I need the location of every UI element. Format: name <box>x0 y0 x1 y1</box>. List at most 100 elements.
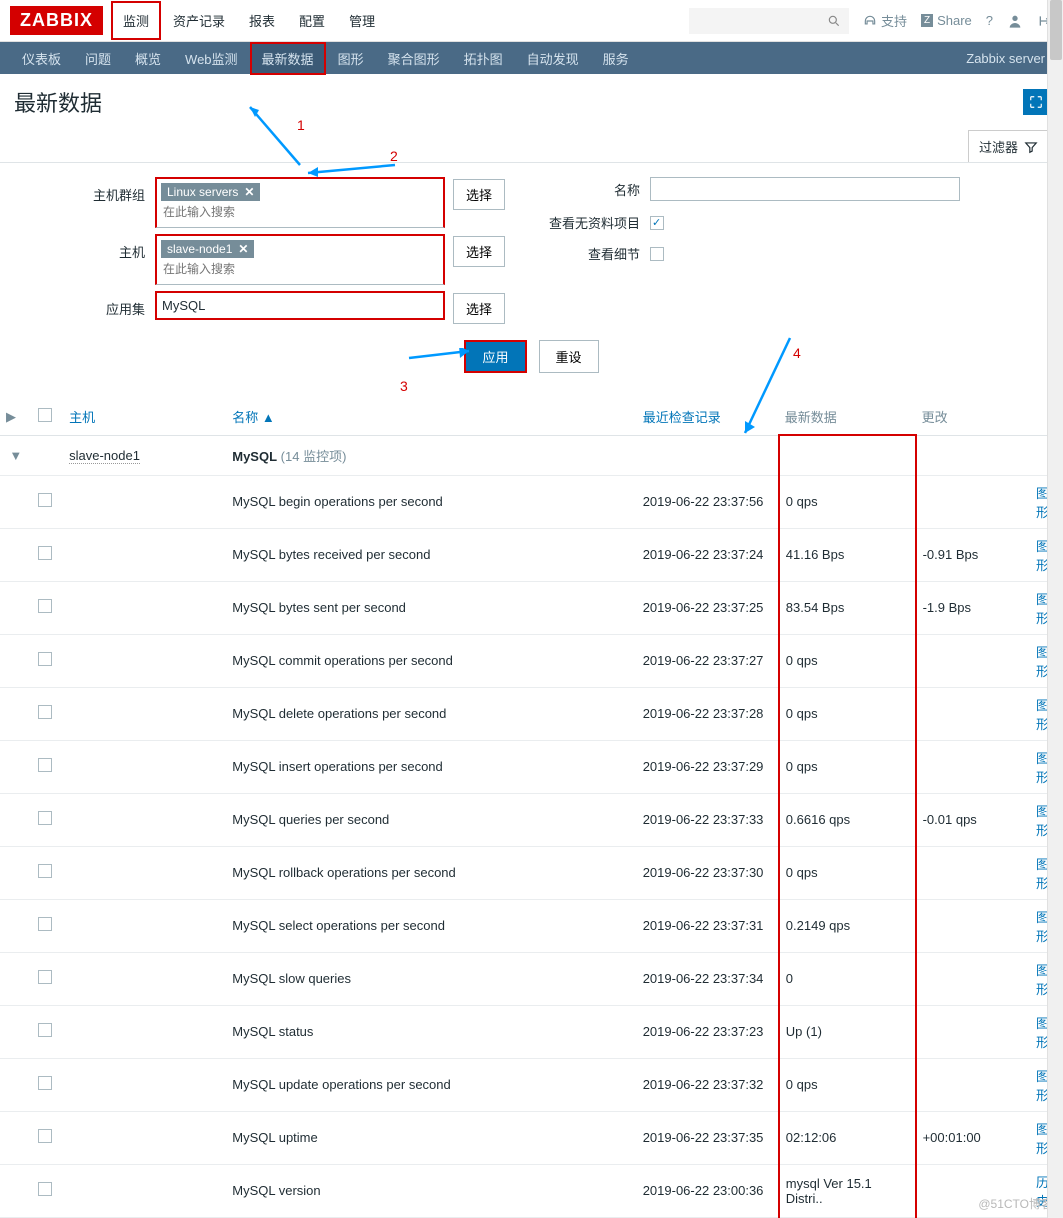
item-time: 2019-06-22 23:37:24 <box>637 528 779 581</box>
table-header-row: ▶ 主机 名称 ▲ 最近检查记录 最新数据 更改 <box>0 399 1063 435</box>
sub-maps[interactable]: 拓扑图 <box>452 42 515 75</box>
row-checkbox[interactable] <box>38 1129 52 1143</box>
show-nodata-checkbox[interactable] <box>650 216 664 230</box>
hostgroup-search[interactable] <box>161 201 439 223</box>
app-select-button[interactable]: 选择 <box>453 293 505 324</box>
help-icon[interactable]: ? <box>986 13 993 28</box>
host-tag: slave-node1 ✕ <box>161 240 254 258</box>
col-host[interactable]: 主机 <box>63 399 226 435</box>
vertical-scrollbar[interactable] <box>1047 0 1063 1218</box>
table-row: MySQL version2019-06-22 23:00:36mysql Ve… <box>0 1164 1063 1217</box>
item-time: 2019-06-22 23:37:29 <box>637 740 779 793</box>
top-menu-inventory[interactable]: 资产记录 <box>161 1 237 40</box>
sub-dashboard[interactable]: 仪表板 <box>10 42 73 75</box>
top-menu-admin[interactable]: 管理 <box>337 1 387 40</box>
row-checkbox[interactable] <box>38 1076 52 1090</box>
row-checkbox[interactable] <box>38 1182 52 1196</box>
server-name[interactable]: Zabbix server <box>966 51 1053 66</box>
sub-graphs[interactable]: 图形 <box>326 42 376 75</box>
row-checkbox[interactable] <box>38 864 52 878</box>
row-checkbox[interactable] <box>38 546 52 560</box>
user-icon[interactable] <box>1007 13 1023 29</box>
table-row: MySQL bytes received per second2019-06-2… <box>0 528 1063 581</box>
top-menu-config[interactable]: 配置 <box>287 1 337 40</box>
col-change: 更改 <box>916 399 1021 435</box>
item-value: 83.54 Bps <box>779 581 916 634</box>
host-select-button[interactable]: 选择 <box>453 236 505 267</box>
item-name: MySQL uptime <box>226 1111 636 1164</box>
item-value: 0.2149 qps <box>779 899 916 952</box>
item-time: 2019-06-22 23:37:56 <box>637 475 779 528</box>
sub-overview[interactable]: 概览 <box>123 42 173 75</box>
col-lastcheck[interactable]: 最近检查记录 <box>637 399 779 435</box>
table-row: MySQL slow queries2019-06-22 23:37:340图形 <box>0 952 1063 1005</box>
top-right: 支持 Z Share ? <box>689 8 1053 34</box>
row-checkbox[interactable] <box>38 758 52 772</box>
item-change <box>916 475 1021 528</box>
row-checkbox[interactable] <box>38 599 52 613</box>
reset-button[interactable]: 重设 <box>539 340 599 373</box>
search-input[interactable] <box>689 8 849 34</box>
hostgroup-select-button[interactable]: 选择 <box>453 179 505 210</box>
item-name: MySQL begin operations per second <box>226 475 636 528</box>
collapse-icon[interactable]: ▼ <box>9 448 22 463</box>
item-value: 41.16 Bps <box>779 528 916 581</box>
col-expand[interactable]: ▶ <box>0 399 32 435</box>
sub-web[interactable]: Web监测 <box>173 42 250 75</box>
col-check[interactable] <box>32 399 64 435</box>
remove-tag-icon[interactable]: ✕ <box>238 242 248 256</box>
row-checkbox[interactable] <box>38 493 52 507</box>
host-search[interactable] <box>161 258 439 280</box>
sub-services[interactable]: 服务 <box>591 42 641 75</box>
item-name: MySQL slow queries <box>226 952 636 1005</box>
fullscreen-button[interactable] <box>1023 89 1049 115</box>
top-menu: 监测 资产记录 报表 配置 管理 <box>111 1 387 40</box>
row-checkbox[interactable] <box>38 1023 52 1037</box>
headset-icon <box>863 14 877 28</box>
apply-button[interactable]: 应用 <box>464 340 526 373</box>
filter-right: 名称 查看无资料项目 查看细节 <box>540 177 960 275</box>
support-link[interactable]: 支持 <box>863 11 907 30</box>
table-row: MySQL uptime2019-06-22 23:37:3502:12:06+… <box>0 1111 1063 1164</box>
data-table: ▶ 主机 名称 ▲ 最近检查记录 最新数据 更改 ▼ slave-node1 M… <box>0 399 1063 1218</box>
scrollbar-thumb[interactable] <box>1050 0 1062 60</box>
item-change: -1.9 Bps <box>916 581 1021 634</box>
item-value: 0 qps <box>779 740 916 793</box>
item-value: 0 qps <box>779 475 916 528</box>
host-input[interactable]: slave-node1 ✕ <box>155 234 445 285</box>
hostgroup-input[interactable]: Linux servers ✕ <box>155 177 445 228</box>
app-label: 应用集 <box>0 291 155 318</box>
table-row: MySQL delete operations per second2019-0… <box>0 687 1063 740</box>
name-filter-input[interactable] <box>650 177 960 201</box>
sub-discovery[interactable]: 自动发现 <box>515 42 591 75</box>
top-menu-monitoring[interactable]: 监测 <box>111 1 161 40</box>
filter-tab[interactable]: 过滤器 <box>968 130 1049 162</box>
fullscreen-icon <box>1029 95 1043 109</box>
item-time: 2019-06-22 23:37:30 <box>637 846 779 899</box>
row-checkbox[interactable] <box>38 705 52 719</box>
show-details-checkbox[interactable] <box>650 247 664 261</box>
item-value: 0 qps <box>779 634 916 687</box>
item-value: 0 qps <box>779 1058 916 1111</box>
item-name: MySQL version <box>226 1164 636 1217</box>
share-link[interactable]: Z Share <box>921 13 972 28</box>
filter-panel: 主机群组 Linux servers ✕ 选择 主机 slave-node1 ✕… <box>0 163 1063 399</box>
sub-screens[interactable]: 聚合图形 <box>376 42 452 75</box>
sub-latest-data[interactable]: 最新数据 <box>250 42 326 75</box>
top-menu-reports[interactable]: 报表 <box>237 1 287 40</box>
row-checkbox[interactable] <box>38 917 52 931</box>
item-time: 2019-06-22 23:37:31 <box>637 899 779 952</box>
row-checkbox[interactable] <box>38 811 52 825</box>
item-value: Up (1) <box>779 1005 916 1058</box>
item-change <box>916 687 1021 740</box>
remove-tag-icon[interactable]: ✕ <box>244 185 254 199</box>
host-link[interactable]: slave-node1 <box>69 448 140 464</box>
sub-problems[interactable]: 问题 <box>73 42 123 75</box>
host-label: 主机 <box>0 234 155 261</box>
row-checkbox[interactable] <box>38 652 52 666</box>
app-input[interactable]: MySQL <box>155 291 445 320</box>
item-value: 02:12:06 <box>779 1111 916 1164</box>
col-name[interactable]: 名称 ▲ <box>226 399 636 435</box>
item-change <box>916 846 1021 899</box>
row-checkbox[interactable] <box>38 970 52 984</box>
